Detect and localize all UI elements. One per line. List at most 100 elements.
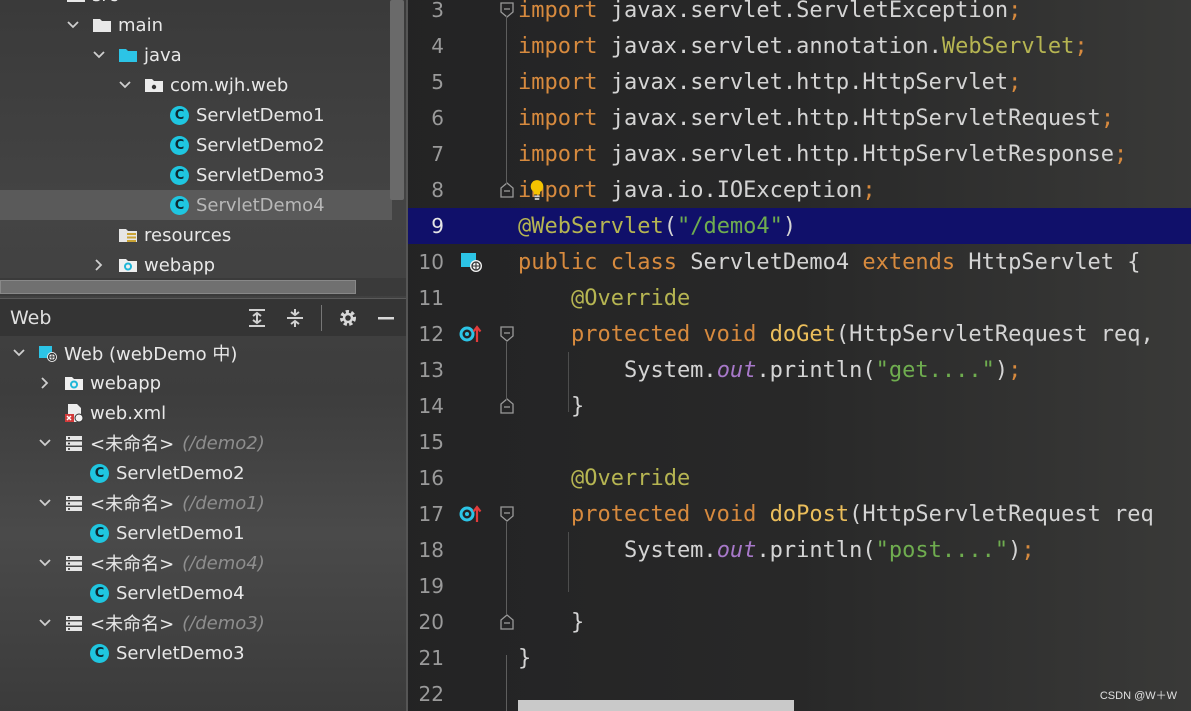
project-tree-vertical-scrollbar[interactable] xyxy=(390,0,404,200)
code-line[interactable]: 11 @Override xyxy=(408,280,1191,316)
chevron-down-icon[interactable] xyxy=(12,346,26,360)
chevron-right-icon[interactable] xyxy=(38,376,52,390)
class-icon: C xyxy=(90,643,109,663)
servlet-gutter-icon[interactable] xyxy=(458,249,484,275)
code-line[interactable]: 20 } xyxy=(408,604,1191,640)
code-text: System.out.println("get...."); xyxy=(518,358,1021,383)
tree-item[interactable]: <未命名> (/demo2) xyxy=(0,428,392,458)
project-tree-horizontal-scrollbar[interactable] xyxy=(0,280,356,294)
code-line[interactable]: 17 protected void doPost(HttpServletRequ… xyxy=(408,496,1191,532)
fold-marker-icon[interactable] xyxy=(500,398,514,414)
code-line[interactable]: 13 System.out.println("get...."); xyxy=(408,352,1191,388)
tree-item[interactable]: C ServletDemo1 xyxy=(0,518,392,548)
expand-all-icon[interactable] xyxy=(245,306,269,330)
line-number: 14 xyxy=(418,394,444,418)
class-icon: C xyxy=(90,463,109,483)
tree-item[interactable]: src xyxy=(0,0,392,10)
servlet-mapping-icon xyxy=(64,433,84,453)
tree-item[interactable]: C ServletDemo4 xyxy=(0,578,392,608)
lightbulb-icon[interactable] xyxy=(528,178,546,206)
chevron-right-icon[interactable] xyxy=(92,258,106,272)
tree-item[interactable]: C ServletDemo3 xyxy=(0,160,392,190)
code-line[interactable]: 4 import javax.servlet.annotation.WebServ… xyxy=(408,28,1191,64)
tree-item-label: <未命名> xyxy=(90,434,175,455)
fold-marker-icon[interactable] xyxy=(500,506,514,522)
tree-item[interactable]: webapp xyxy=(0,368,392,398)
tree-item[interactable]: <未命名> (/demo3) xyxy=(0,608,392,638)
tree-item[interactable]: web.xml xyxy=(0,398,392,428)
code-token: ) xyxy=(994,357,1009,383)
code-line[interactable]: 6 import javax.servlet.http.HttpServletRe… xyxy=(408,100,1191,136)
tree-item-label: <未命名> xyxy=(90,554,175,575)
code-token: "get...." xyxy=(875,357,995,383)
code-line[interactable]: 16 @Override xyxy=(408,460,1191,496)
chevron-down-icon[interactable] xyxy=(40,0,54,2)
code-editor[interactable]: 3 import javax.servlet.ServletException; 4… xyxy=(406,0,1191,711)
web-header-toolbar xyxy=(245,305,398,331)
code-token: } xyxy=(518,609,585,635)
servlet-url-pattern: (/demo3) xyxy=(182,612,265,634)
chevron-down-icon[interactable] xyxy=(38,616,52,630)
chevron-down-icon[interactable] xyxy=(118,78,132,92)
code-token: javax.servlet.http.HttpServletResponse xyxy=(597,141,1115,167)
code-line[interactable]: 18 System.out.println("post...."); xyxy=(408,532,1191,568)
tree-item[interactable]: main xyxy=(0,10,392,40)
tree-item[interactable]: <未命名> (/demo4) xyxy=(0,548,392,578)
fold-marker-icon[interactable] xyxy=(500,2,514,18)
code-token: javax.servlet.ServletException xyxy=(597,0,1009,23)
code-line[interactable]: 12 protected void doGet(HttpServletReque… xyxy=(408,316,1191,352)
web-folder-icon xyxy=(118,255,138,275)
tree-item[interactable]: webapp xyxy=(0,250,392,280)
tree-item[interactable]: C ServletDemo4 xyxy=(0,190,392,220)
code-token: extends xyxy=(862,249,956,275)
code-token: HttpServlet { xyxy=(955,249,1141,275)
code-line[interactable]: 9 @WebServlet("/demo4") xyxy=(408,208,1191,244)
web-tool-window-header: Web xyxy=(0,298,406,336)
tree-item[interactable]: C ServletDemo2 xyxy=(0,130,392,160)
tree-item[interactable]: C ServletDemo3 xyxy=(0,638,392,668)
tree-item[interactable]: C ServletDemo2 xyxy=(0,458,392,488)
code-line[interactable]: 8 import java.io.IOException; xyxy=(408,172,1191,208)
minimize-icon[interactable] xyxy=(374,306,398,330)
tree-item[interactable]: C ServletDemo1 xyxy=(0,100,392,130)
code-token: ; xyxy=(862,177,876,203)
code-line[interactable]: 21} xyxy=(408,640,1191,676)
tree-item[interactable]: java xyxy=(0,40,392,70)
code-token: "post...." xyxy=(875,537,1009,563)
chevron-down-icon[interactable] xyxy=(92,48,106,62)
code-line[interactable]: 5 import javax.servlet.http.HttpServlet; xyxy=(408,64,1191,100)
tree-item[interactable]: <未命名> (/demo1) xyxy=(0,488,392,518)
code-line[interactable]: 15 xyxy=(408,424,1191,460)
code-token: ; xyxy=(1008,357,1022,383)
line-number: 18 xyxy=(418,538,444,562)
tree-item[interactable]: resources xyxy=(0,220,392,250)
override-gutter-icon[interactable] xyxy=(458,321,484,347)
tree-item[interactable]: Web (webDemo 中) xyxy=(0,338,392,368)
chevron-down-icon[interactable] xyxy=(38,496,52,510)
code-line[interactable]: 14 } xyxy=(408,388,1191,424)
collapse-all-icon[interactable] xyxy=(283,306,307,330)
chevron-down-icon[interactable] xyxy=(38,436,52,450)
fold-marker-icon[interactable] xyxy=(500,614,514,630)
code-line[interactable]: 7 import javax.servlet.http.HttpServletRe… xyxy=(408,136,1191,172)
gear-icon[interactable] xyxy=(336,306,360,330)
project-tree: src main java com.wjh.web C ServletDemo1 C Serv… xyxy=(0,0,406,280)
tree-item[interactable]: com.wjh.web xyxy=(0,70,392,100)
override-gutter-icon[interactable] xyxy=(458,501,484,527)
fold-marker-icon[interactable] xyxy=(500,182,514,198)
tree-item-label: <未命名> xyxy=(90,614,175,635)
code-line[interactable]: 3 import javax.servlet.ServletException; xyxy=(408,0,1191,28)
tree-item-label: src xyxy=(92,0,118,6)
code-line[interactable]: 19 xyxy=(408,568,1191,604)
code-token: javax.servlet.http.HttpServlet xyxy=(597,69,1009,95)
editor-horizontal-scrollbar[interactable] xyxy=(518,700,794,711)
code-line[interactable]: 10 public class ServletDemo4 extends Http… xyxy=(408,244,1191,280)
chevron-down-icon[interactable] xyxy=(38,556,52,570)
fold-marker-icon[interactable] xyxy=(500,326,514,342)
chevron-down-icon[interactable] xyxy=(66,18,80,32)
